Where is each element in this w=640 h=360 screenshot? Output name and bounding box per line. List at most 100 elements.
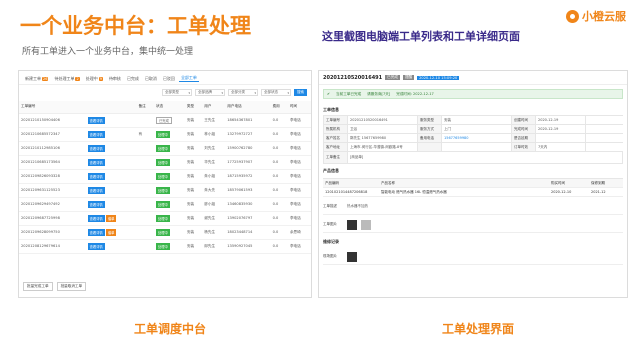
row-actions: 查看详情 (85, 239, 137, 254)
col-header: 类型 (184, 101, 203, 114)
filter-type-select[interactable]: 全部类型 ▾ (162, 89, 192, 96)
phone: 17725937907 (225, 155, 271, 170)
ticket-id: 20201210112985106 (19, 141, 86, 156)
completion-banner: ✔ 当前工单已完成 请服务商[7天] 完成时间: 2022-12-17 (323, 89, 623, 99)
status-badge: 处理中 (155, 172, 170, 180)
remark-row: 工单备注 [商品单] (324, 152, 623, 164)
fee: 0.0 (270, 225, 288, 240)
product-table: 产品编码 产品名称 购买时间 保修到期 1201021014487206818 … (323, 178, 623, 197)
col-header: 产品名称 (381, 180, 395, 185)
status-badge: 处理中 (155, 228, 170, 236)
bulk-cancel-button[interactable]: 批量取消工单 (56, 282, 87, 291)
field-label: 工单备注 (324, 152, 348, 163)
ticket-id: 20201209629497492 (19, 197, 86, 212)
view-detail-button[interactable]: 查看详情 (87, 228, 105, 236)
tab-new[interactable]: 新建工单 26 (23, 75, 50, 82)
time: 李电话 (287, 113, 311, 128)
table-row: 20201209628099750 查看详情 催单 处理中 安装 杨先生 180234487… (19, 225, 311, 240)
product-name: 智能电动 燃气热水器 16L 恒温燃气热水器 (381, 189, 447, 194)
tab-cancelled[interactable]: 已取消 (143, 75, 159, 82)
table-row: 20201210112985106 查看详情 处理中 安装 刘先生 15900762780… (19, 141, 311, 156)
ticket-id: 20201209631125523 (19, 183, 86, 198)
tab-processing[interactable]: 处理中 9 (84, 75, 105, 82)
search-button[interactable]: 搜索 (294, 89, 307, 96)
type: 安装 (184, 127, 203, 142)
field-label: 工单编号 (324, 116, 348, 124)
col-header: 状态 (153, 101, 185, 114)
user: 邱先生 (202, 239, 226, 254)
logo-icon (566, 9, 579, 23)
fee: 0.0 (270, 197, 288, 212)
table-row: 20201210685173564 查看详情 处理中 安装 华先生 17725937907… (19, 155, 311, 170)
view-detail-button[interactable]: 查看详情 (87, 130, 105, 138)
tab-label: 新建工单 (25, 75, 41, 81)
field-label: 客户姓名 (324, 134, 348, 142)
field-value: 上门 (442, 125, 512, 133)
tab-count: 2 (75, 76, 80, 81)
phone: 18654367801 (225, 113, 271, 128)
time: 李电话 (287, 183, 311, 198)
image-thumbnail[interactable] (347, 219, 357, 230)
table-row: 20201209631125523 查看详情 处理中 安装 朱大先 18579061593… (19, 183, 311, 198)
status-cell: 处理中 (153, 141, 185, 156)
view-detail-button[interactable]: 查看详情 (87, 116, 105, 124)
field-label (418, 143, 442, 151)
tab-review[interactable]: 待审核 (107, 75, 123, 82)
user: 廖小姐 (202, 197, 226, 212)
status-cell: 已完成 (153, 113, 185, 128)
view-detail-button[interactable]: 查看详情 (87, 144, 105, 152)
field-value: 安装 (442, 116, 512, 124)
remark (136, 113, 154, 128)
status-cell: 处理中 (153, 211, 185, 226)
tab-all[interactable]: 全部工单 (178, 75, 199, 82)
filter-category-select[interactable]: 全部分类 ▾ (228, 89, 258, 96)
view-detail-button[interactable]: 查看详情 (87, 242, 105, 250)
user: 谢先生 (202, 211, 226, 226)
tab-label: 已取消 (144, 75, 157, 81)
view-detail-button[interactable]: 查看详情 (87, 200, 105, 208)
type: 安装 (184, 169, 203, 184)
view-detail-button[interactable]: 查看详情 (87, 172, 105, 180)
info-grid: 工单编号 20201210520016491 服务类型 安装 创建时间 2020-12-1… (323, 115, 623, 152)
fee: 0.0 (270, 211, 288, 226)
phone: 15900762780 (225, 141, 271, 156)
table-row: 20201209687725998 查看详情 催单 处理中 安装 谢先生 139020767… (19, 211, 311, 226)
tab-label: 待处理工单 (54, 75, 75, 81)
banner-time: 完成时间: 2022-12-17 (396, 91, 434, 96)
status-cell: 处理中 (153, 239, 185, 254)
tab-done[interactable]: 已完成 (125, 75, 141, 82)
remark (136, 155, 154, 170)
product-row: 1201021014487206818 智能电动 燃气热水器 16L 恒温燃气热… (323, 188, 623, 197)
date-badge: 2020-12-10 15:09:20 (417, 75, 460, 80)
remark (136, 239, 154, 254)
phone: 18579061593 (225, 183, 271, 198)
type: 安装 (184, 225, 203, 240)
status-badge: 处理中 (155, 242, 170, 250)
type: 安装 (184, 141, 203, 156)
section-title: 产品信息 (323, 168, 339, 173)
status-badge: 处理中 (155, 130, 170, 138)
product-code: 1201021014487206818 (325, 190, 368, 194)
view-detail-button[interactable]: 查看详情 (87, 214, 105, 222)
tab-pending[interactable]: 待处理工单 2 (52, 75, 81, 82)
filter-brand-select[interactable]: 全部品牌 ▾ (195, 89, 225, 96)
image-thumbnail[interactable] (361, 219, 371, 230)
view-detail-button[interactable]: 查看详情 (87, 158, 105, 166)
image-thumbnail[interactable] (347, 251, 357, 262)
row-actions: 查看详情 (85, 197, 137, 212)
status-badge: 已完成 (385, 75, 400, 80)
select-value: 全部品牌 (198, 90, 212, 94)
tab-rejected[interactable]: 已驳回 (161, 75, 177, 82)
field-value: 2020-12-19 (536, 116, 586, 124)
info-row: 工单编号 20201210520016491 服务类型 安装 创建时间 2020-12-1… (324, 116, 623, 125)
select-value: 全部状态 (264, 90, 278, 94)
row-actions: 查看详情 (85, 169, 137, 184)
order-number: 20201210520016491 (323, 74, 383, 81)
type: 安装 (184, 197, 203, 212)
row-actions: 查看详情 (85, 155, 137, 170)
view-detail-button[interactable]: 查看详情 (87, 186, 105, 194)
field-label: 备用电话 (418, 134, 442, 142)
bulk-complete-button[interactable]: 批量完成工单 (23, 282, 53, 291)
filter-status-select[interactable]: 全部状态 ▾ (261, 89, 291, 96)
banner-by: 请服务商[7天] (367, 91, 391, 96)
